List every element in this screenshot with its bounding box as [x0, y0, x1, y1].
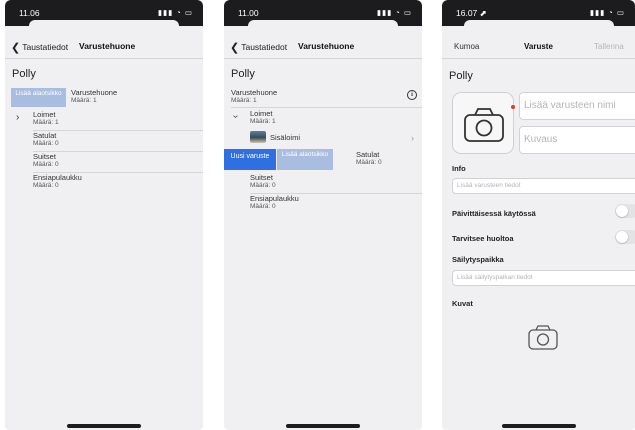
item-count: Määrä: 0 — [33, 182, 59, 190]
item-name: Loimet — [250, 109, 273, 118]
add-subheading-button[interactable]: Lisää alaotsikko — [277, 149, 333, 170]
navigation-bar: Kumoa Varuste Tallenna — [442, 33, 635, 59]
item-name: Loimet — [33, 110, 56, 119]
notch — [29, 20, 179, 27]
list-item-varustehuone[interactable]: Varustehuone Määrä: 1 — [231, 88, 278, 105]
phone-screen-2: 11.00 ▮▮▮ ◔ ▭ ❮ Taustatiedot Varustehuone… — [224, 0, 422, 430]
item-count: Määrä: 1 — [250, 118, 276, 126]
new-item-button[interactable]: Uusi varuste — [224, 149, 276, 170]
list-item-ensiapulaukku[interactable]: Ensiapulaukku Määrä: 0 — [33, 173, 82, 190]
images-label: Kuvat — [452, 299, 473, 308]
item-name: Suitset — [33, 152, 56, 161]
status-bar: 11.06 ▮▮▮ ◔ ▭ — [5, 0, 203, 27]
item-name: Varustehuone — [71, 88, 118, 97]
nav-title: Varustehuone — [79, 41, 136, 51]
signal-wifi-battery-icon: ▮▮▮ ◔ ▭ — [589, 8, 625, 17]
home-indicator[interactable] — [501, 424, 576, 428]
page-title: Polly — [231, 68, 255, 80]
daily-use-label: Päivittäisessä käytössä — [452, 209, 536, 218]
add-subheading-button[interactable]: Lisää alaotsikko — [11, 88, 66, 107]
add-photo-button[interactable] — [452, 92, 515, 154]
phone-screen-3: 16.07 ⬈ ▮▮▮ ◔ ▭ Kumoa Varuste Tallenna P… — [442, 0, 635, 430]
phone-screen-1: 11.06 ▮▮▮ ◔ ▭ ❮ Taustatiedot Varustehuone… — [5, 0, 203, 430]
page-title: Polly — [12, 68, 36, 80]
status-time: 16.07 ⬈ — [456, 8, 487, 18]
item-count: Määrä: 0 — [250, 182, 276, 190]
chevron-left-icon: ❮ — [11, 42, 21, 54]
chevron-left-icon: ❮ — [230, 42, 240, 54]
cancel-button[interactable]: Kumoa — [454, 42, 479, 51]
back-label: Taustatiedot — [241, 42, 288, 52]
home-indicator[interactable] — [286, 424, 360, 428]
status-bar: 11.00 ▮▮▮ ◔ ▭ — [224, 0, 422, 27]
list-item-suitset[interactable]: Suitset Määrä: 0 — [250, 173, 276, 190]
navigation-bar: ❮ Taustatiedot Varustehuone — [5, 33, 203, 59]
nav-title: Varustehuone — [298, 41, 355, 51]
signal-wifi-battery-icon: ▮▮▮ ◔ ▭ — [376, 8, 412, 17]
camera-icon — [464, 108, 504, 142]
list-item-satulat[interactable]: Satulat Määrä: 0 — [33, 131, 59, 148]
chevron-down-icon[interactable]: › — [230, 115, 241, 118]
back-button[interactable]: ❮ Taustatiedot — [11, 40, 69, 54]
description-input[interactable]: Kuvaus — [519, 126, 635, 154]
list-item-suitset[interactable]: Suitset Määrä: 0 — [33, 152, 59, 169]
info-icon[interactable]: i — [407, 90, 417, 100]
page-title: Polly — [449, 70, 473, 82]
add-image-button[interactable] — [526, 322, 560, 352]
list-item-sisaloimi[interactable]: Sisäloimi — [270, 133, 301, 142]
storage-label: Säilytyspaikka — [452, 255, 504, 264]
chevron-right-icon[interactable]: › — [411, 133, 414, 143]
item-count: Määrä: 0 — [356, 159, 382, 167]
list-item-ensiapulaukku[interactable]: Ensiapulaukku Määrä: 0 — [250, 194, 299, 211]
divider — [231, 107, 422, 108]
notch — [463, 20, 614, 27]
status-bar: 16.07 ⬈ ▮▮▮ ◔ ▭ — [442, 0, 635, 27]
item-name: Satulat — [356, 150, 380, 159]
list-item-varustehuone[interactable]: Varustehuone Määrä: 1 — [71, 88, 118, 105]
back-label: Taustatiedot — [22, 42, 69, 52]
info-input[interactable]: Lisää varusteen tiedot — [452, 178, 635, 194]
item-name: Ensiapulaukku — [33, 173, 82, 182]
back-button[interactable]: ❮ Taustatiedot — [230, 40, 288, 54]
list-item-loimet[interactable]: Loimet Määrä: 1 — [250, 109, 276, 126]
item-name: Sisäloimi — [270, 133, 301, 142]
item-name: Ensiapulaukku — [250, 194, 299, 203]
item-count: Määrä: 1 — [231, 97, 257, 105]
divider — [33, 130, 203, 131]
daily-use-toggle[interactable] — [615, 204, 635, 218]
camera-icon — [528, 325, 558, 350]
item-thumbnail-image — [250, 131, 266, 143]
chevron-right-icon[interactable]: › — [16, 112, 19, 123]
status-time: 11.06 — [19, 8, 40, 18]
list-item-satulat[interactable]: Satulat Määrä: 0 — [356, 150, 382, 167]
item-count: Määrä: 0 — [33, 161, 59, 169]
item-name-input[interactable]: Lisää varusteen nimi — [519, 92, 635, 120]
navigation-bar: ❮ Taustatiedot Varustehuone — [224, 33, 422, 59]
item-count: Määrä: 0 — [250, 203, 276, 211]
info-label: Info — [452, 164, 466, 173]
item-count: Määrä: 1 — [33, 119, 59, 127]
needs-maintenance-toggle[interactable] — [615, 230, 635, 244]
item-count: Määrä: 0 — [33, 140, 59, 148]
item-name: Varustehuone — [231, 88, 278, 97]
signal-wifi-battery-icon: ▮▮▮ ◔ ▭ — [157, 8, 193, 17]
storage-input[interactable]: Lisää säilytyspaikan tiedot — [452, 270, 635, 286]
list-item-loimet[interactable]: Loimet Määrä: 1 — [33, 110, 59, 127]
item-name: Suitset — [250, 173, 273, 182]
required-indicator — [511, 105, 515, 109]
nav-title: Varuste — [524, 42, 553, 51]
needs-maintenance-label: Tarvitsee huoltoa — [452, 234, 514, 243]
item-name: Satulat — [33, 131, 57, 140]
status-time: 11.00 — [238, 8, 259, 18]
home-indicator[interactable] — [67, 424, 141, 428]
divider — [33, 151, 203, 152]
notch — [248, 20, 398, 27]
item-count: Määrä: 1 — [71, 97, 97, 105]
save-button[interactable]: Tallenna — [594, 42, 624, 51]
